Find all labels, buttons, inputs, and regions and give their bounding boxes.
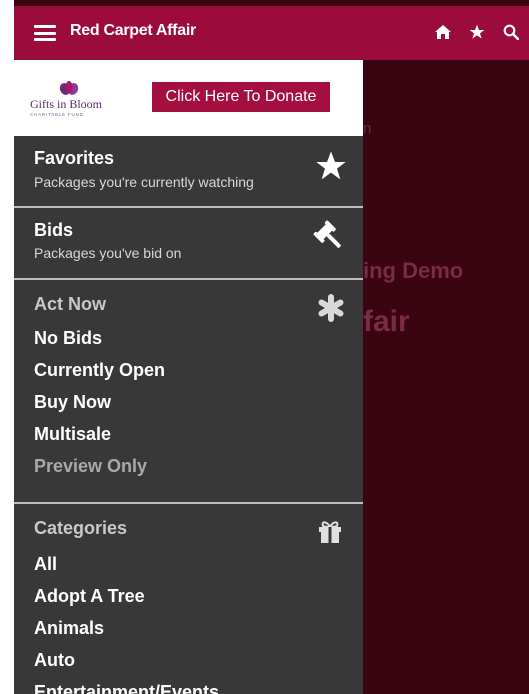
nav-drawer: Gifts in Bloom CHARITABLE FUND Click Her… [14, 60, 363, 694]
act-now-list: No Bids Currently Open Buy Now Multisale… [34, 326, 165, 486]
bids-title: Bids [34, 220, 74, 240]
category-all[interactable]: All [34, 552, 219, 584]
category-entertainment-events[interactable]: Entertainment/Events [34, 680, 219, 694]
home-icon[interactable] [433, 22, 453, 42]
gavel-icon [313, 220, 347, 259]
act-now-no-bids[interactable]: No Bids [34, 326, 165, 358]
favorites-item[interactable]: Favorites Packages you're currently watc… [14, 136, 363, 208]
logo-subtitle: CHARITABLE FUND [30, 112, 84, 117]
gift-icon [317, 520, 343, 549]
background-text-3: fair [363, 305, 410, 338]
header-actions [433, 22, 521, 42]
menu-icon[interactable] [34, 25, 56, 41]
act-now-buy-now[interactable]: Buy Now [34, 390, 165, 422]
act-now-section: Act Now No Bids Currently Open Buy Now M… [14, 280, 363, 504]
category-adopt-a-tree[interactable]: Adopt A Tree [34, 584, 219, 616]
star-icon [315, 150, 347, 187]
act-now-currently-open[interactable]: Currently Open [34, 358, 165, 390]
background-text-2: ing Demo [363, 258, 464, 283]
categories-list: All Adopt A Tree Animals Auto Entertainm… [34, 552, 219, 694]
star-icon[interactable] [467, 22, 487, 42]
logo-name: Gifts in Bloom [30, 97, 103, 111]
categories-section: Categories All Adopt A Tree Animals Auto… [14, 504, 363, 694]
favorites-subtitle: Packages you're currently watching [34, 174, 254, 190]
app-title: Red Carpet Affair [70, 22, 196, 39]
act-now-title: Act Now [34, 294, 106, 314]
category-auto[interactable]: Auto [34, 648, 219, 680]
bids-subtitle: Packages you've bid on [34, 245, 182, 261]
categories-title: Categories [34, 518, 128, 538]
category-animals[interactable]: Animals [34, 616, 219, 648]
donate-button[interactable]: Click Here To Donate [152, 82, 330, 112]
app-frame: Red Carpet Affair n ing Demo fair Gifts … [14, 0, 529, 694]
gifts-in-bloom-logo: Gifts in Bloom CHARITABLE FUND [28, 80, 118, 120]
search-icon[interactable] [501, 22, 521, 42]
background-text-1: n [363, 120, 372, 137]
favorites-title: Favorites [34, 148, 115, 168]
act-now-preview-only[interactable]: Preview Only [34, 454, 165, 486]
top-bar: Red Carpet Affair [14, 6, 529, 60]
act-now-multisale[interactable]: Multisale [34, 422, 165, 454]
flower-icon [59, 81, 79, 95]
donate-banner: Gifts in Bloom CHARITABLE FUND Click Her… [14, 60, 363, 136]
asterisk-icon [317, 294, 345, 327]
bids-item[interactable]: Bids Packages you've bid on [14, 208, 363, 280]
